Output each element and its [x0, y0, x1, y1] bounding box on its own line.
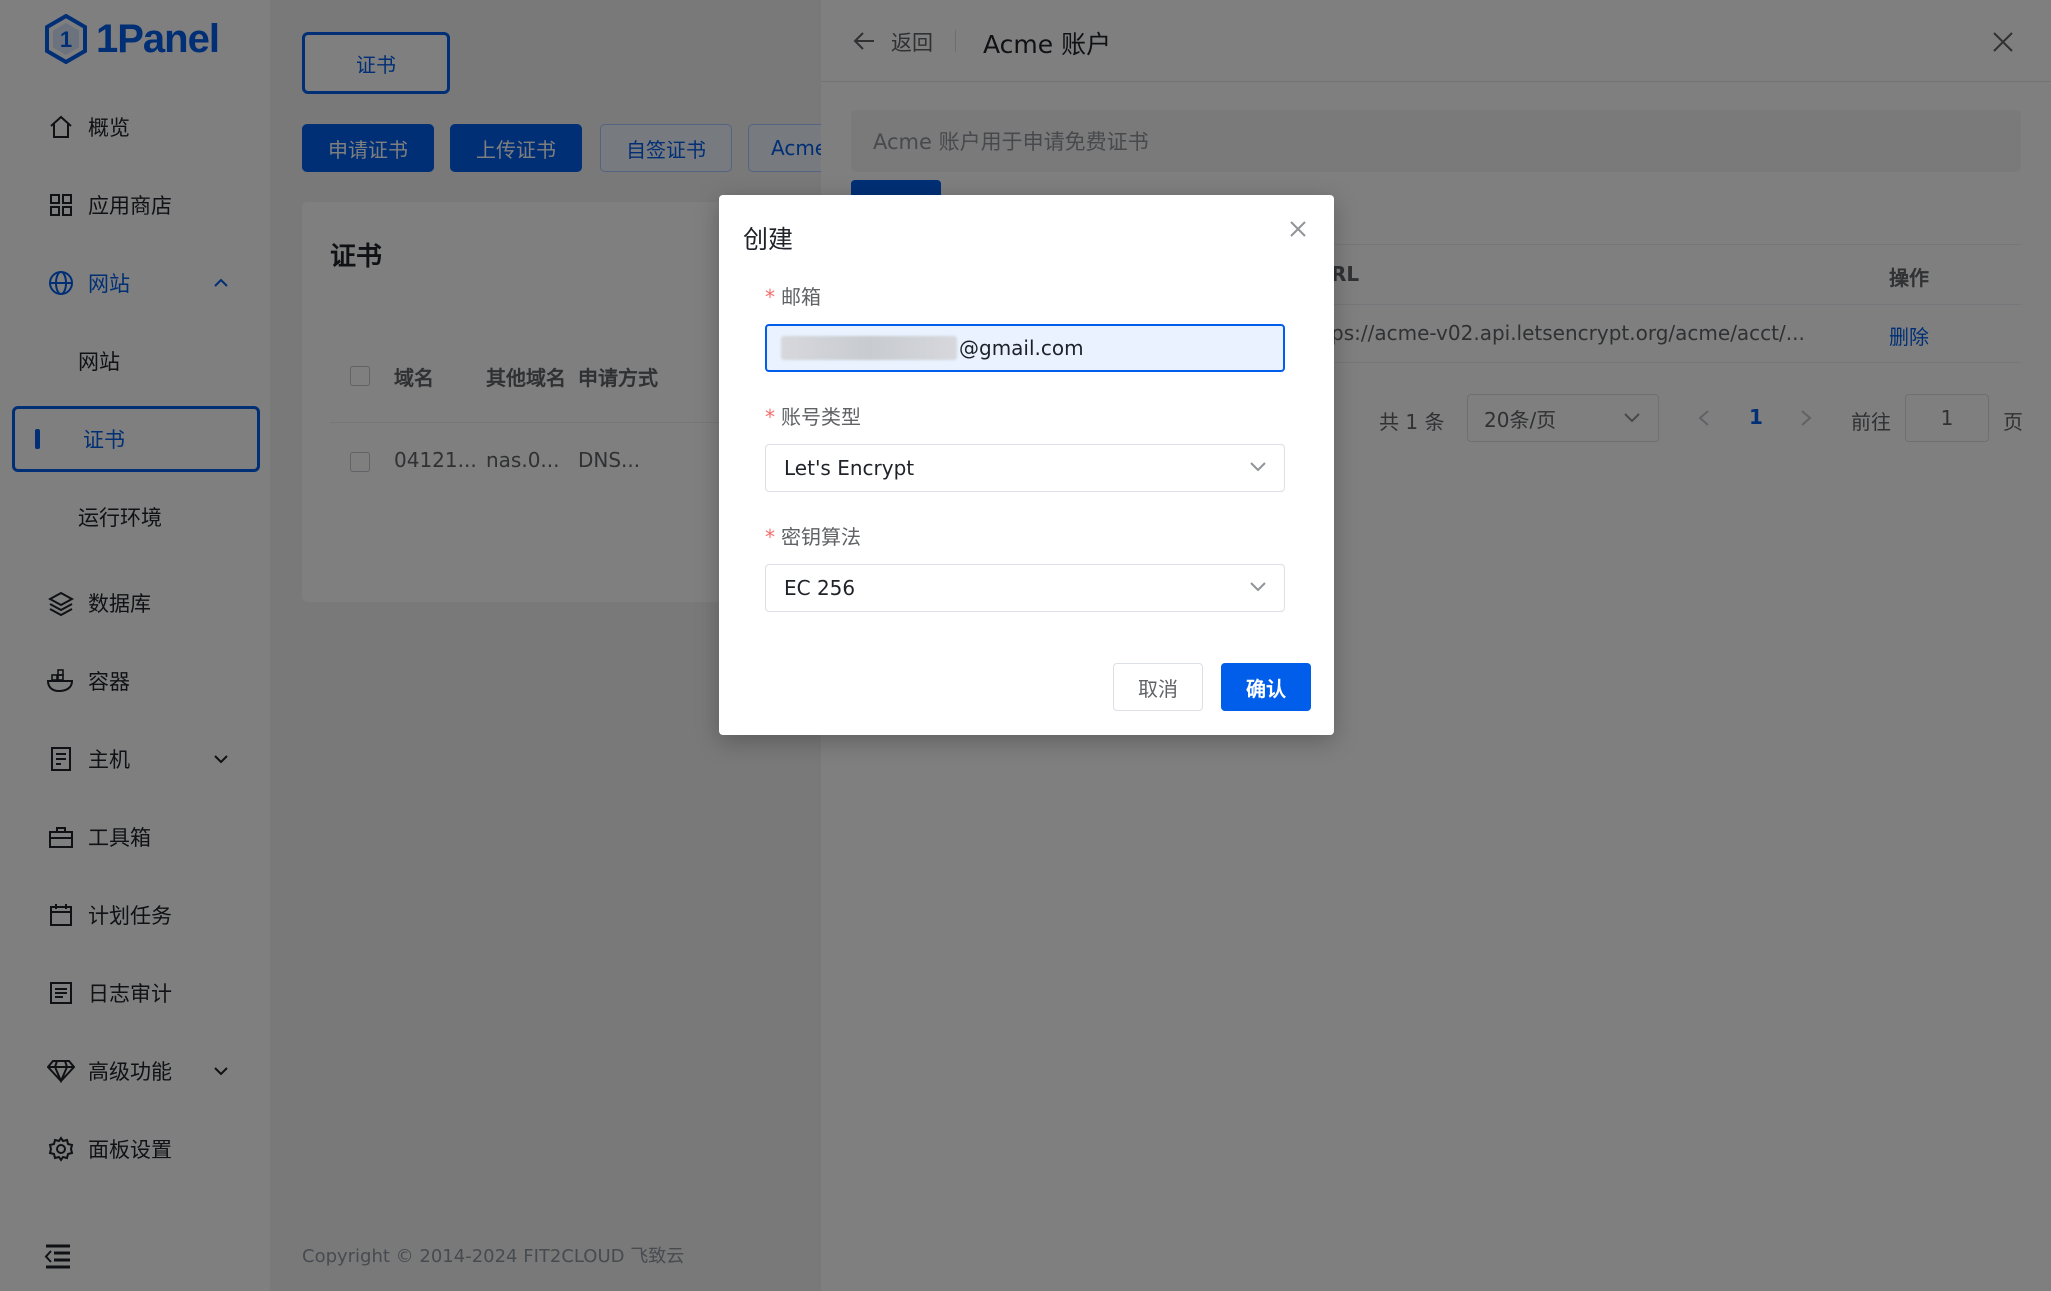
- account-type-label: * 账号类型: [765, 405, 861, 429]
- dialog-title: 创建: [743, 225, 794, 254]
- confirm-button[interactable]: 确认: [1221, 663, 1311, 711]
- key-algorithm-select[interactable]: EC 256: [765, 564, 1285, 612]
- create-acme-dialog: 创建 * 邮箱 @gmail.com * 账号类型 Let's Encrypt * 密…: [719, 195, 1334, 735]
- account-type-value: Let's Encrypt: [784, 456, 915, 480]
- email-field[interactable]: @gmail.com: [765, 324, 1285, 372]
- account-type-select[interactable]: Let's Encrypt: [765, 444, 1285, 492]
- required-mark: *: [765, 525, 775, 549]
- key-algorithm-value: EC 256: [784, 576, 856, 600]
- close-icon[interactable]: [1288, 219, 1308, 239]
- cancel-button[interactable]: 取消: [1113, 663, 1203, 711]
- key-algorithm-label: * 密钥算法: [765, 525, 861, 549]
- chevron-down-icon: [1250, 462, 1266, 472]
- required-mark: *: [765, 285, 775, 309]
- drawer-backdrop[interactable]: [0, 0, 821, 1291]
- chevron-down-icon: [1250, 582, 1266, 592]
- email-label: * 邮箱: [765, 285, 821, 309]
- required-mark: *: [765, 405, 775, 429]
- redacted-text: [781, 336, 957, 360]
- email-value: @gmail.com: [959, 336, 1084, 360]
